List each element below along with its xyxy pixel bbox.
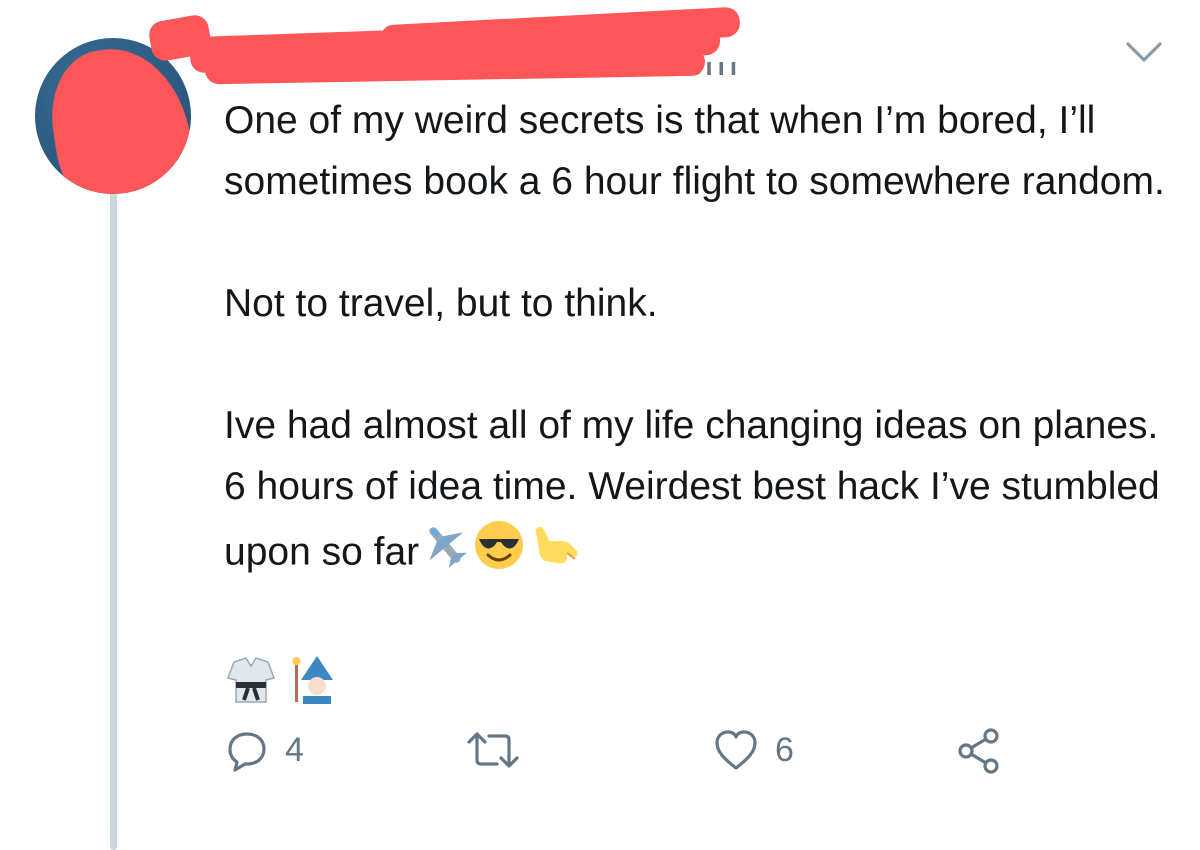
- share-icon: [958, 728, 999, 774]
- tweet-text: One of my weird secrets is that when I’m…: [224, 90, 1174, 724]
- airplane-emoji: [419, 519, 471, 589]
- retweet-button[interactable]: [465, 725, 537, 775]
- avatar[interactable]: [35, 38, 191, 194]
- call-me-hand-emoji: [527, 517, 583, 591]
- share-button[interactable]: [955, 725, 1003, 775]
- retweet-icon: [467, 732, 519, 768]
- tweet-paragraph: Not to travel, but to think.: [224, 282, 658, 325]
- mage-emoji: [289, 652, 343, 724]
- tweet-emoji-line: [224, 652, 1174, 724]
- reply-icon: [228, 732, 266, 772]
- tweet-actions: 4 6: [225, 725, 1025, 775]
- heart-icon: [715, 730, 757, 770]
- tweet-paragraph: Ive had almost all of my life changing i…: [224, 395, 1174, 591]
- avatar-redaction: [43, 39, 191, 194]
- chevron-down-icon[interactable]: [1124, 38, 1164, 66]
- like-button[interactable]: 6: [713, 725, 794, 775]
- reply-count: 4: [285, 730, 304, 769]
- like-count: 6: [775, 730, 794, 769]
- tweet-paragraph: One of my weird secrets is that when I’m…: [224, 99, 1165, 203]
- martial-arts-uniform-emoji: [224, 652, 278, 724]
- tweet-paragraph-text: Ive had almost all of my life changing i…: [224, 404, 1160, 574]
- reply-button[interactable]: 4: [225, 725, 304, 775]
- thread-line: [110, 190, 117, 850]
- smiling-face-with-sunglasses-emoji: [471, 517, 527, 591]
